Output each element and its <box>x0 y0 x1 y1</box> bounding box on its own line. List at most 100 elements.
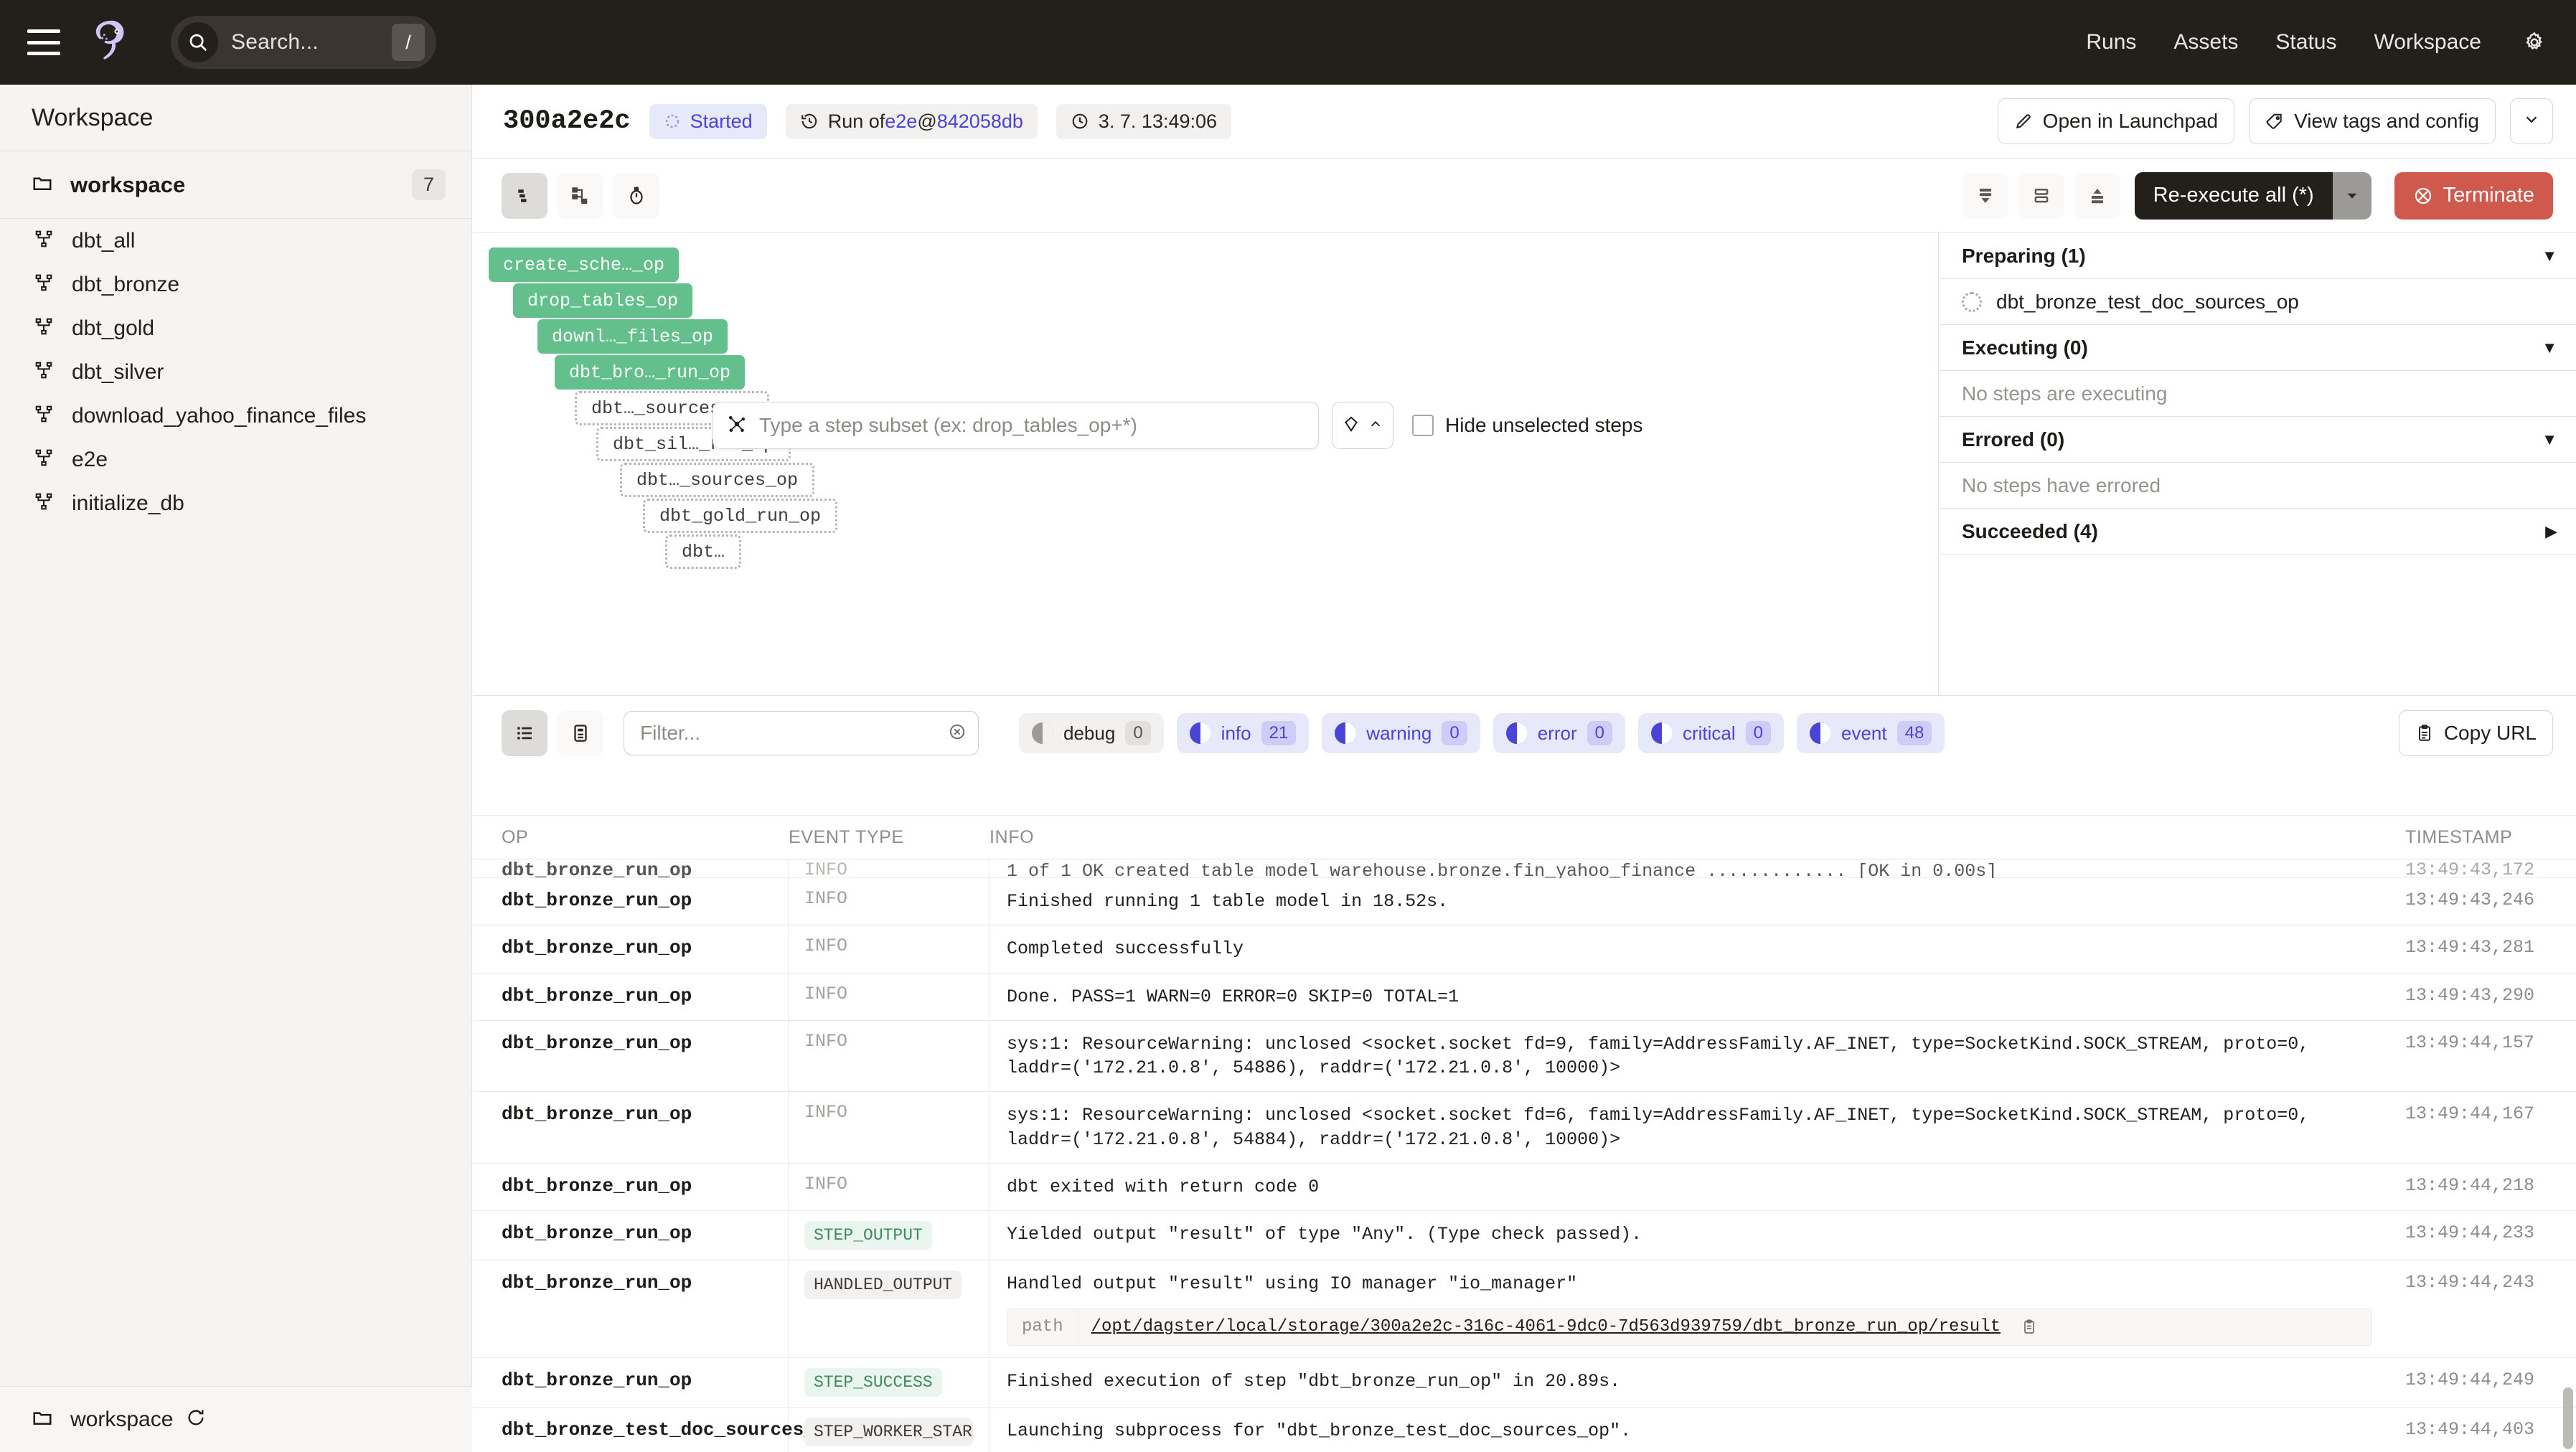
sidebar-item-initialize_db[interactable]: initialize_db <box>0 481 471 525</box>
column-header-info: INFO <box>989 816 2389 859</box>
step-row-preparing[interactable]: dbt_bronze_test_doc_sources_op <box>1939 279 2576 325</box>
re-execute-dropdown-button[interactable] <box>2333 172 2371 220</box>
sidebar-item-dbt_all[interactable]: dbt_all <box>0 219 471 263</box>
copy-icon[interactable] <box>2021 1319 2038 1336</box>
steps-section-executing[interactable]: Executing (0) ▼ <box>1939 325 2576 371</box>
table-row[interactable]: dbt_bronze_run_op INFO sys:1: ResourceWa… <box>473 1021 2576 1093</box>
steps-section-title: Executing (0) <box>1962 336 2088 359</box>
commit-link[interactable]: 842058db <box>937 110 1023 133</box>
log-level-warning[interactable]: warning 0 <box>1322 713 1480 753</box>
log-table-body[interactable]: dbt_bronze_run_op INFO 1 of 1 OK created… <box>473 859 2576 1452</box>
list-view-icon[interactable] <box>502 173 547 219</box>
status-badge: Started <box>649 104 767 139</box>
table-row[interactable]: dbt_bronze_run_op INFO Done. PASS=1 WARN… <box>473 974 2576 1021</box>
steps-section-errored[interactable]: Errored (0) ▼ <box>1939 417 2576 463</box>
table-row[interactable]: dbt_bronze_test_doc_sources_op STEP_WORK… <box>473 1408 2576 1452</box>
more-actions-button[interactable] <box>2510 98 2553 144</box>
gantt-node[interactable]: dbt…_sources_op <box>620 463 814 497</box>
zoom-controls-button[interactable] <box>1332 402 1393 449</box>
log-event-type-label: INFO <box>804 859 847 878</box>
nav-link-assets[interactable]: Assets <box>2155 30 2257 55</box>
sidebar-item-e2e[interactable]: e2e <box>0 438 471 481</box>
sidebar-item-label: dbt_all <box>72 229 135 253</box>
re-execute-all-button[interactable]: Re-execute all (*) <box>2135 172 2333 220</box>
menu-icon[interactable] <box>27 29 60 55</box>
nav-link-runs[interactable]: Runs <box>2067 30 2155 55</box>
clear-icon[interactable] <box>948 722 967 745</box>
copy-url-button[interactable]: Copy URL <box>2399 710 2553 756</box>
table-row[interactable]: dbt_bronze_run_op INFO dbt exited with r… <box>473 1164 2576 1211</box>
chevron-down-icon: ▼ <box>2542 247 2557 265</box>
steps-section-preparing[interactable]: Preparing (1) ▼ <box>1939 233 2576 279</box>
gantt-node[interactable]: dbt… <box>665 534 741 569</box>
step-subset-bar: Type a step subset (ex: drop_tables_op+*… <box>713 402 1643 449</box>
sidebar-item-dbt_silver[interactable]: dbt_silver <box>0 350 471 394</box>
log-level-debug[interactable]: debug 0 <box>1019 713 1164 753</box>
vertical-scrollbar[interactable] <box>2563 1387 2573 1449</box>
gantt-node[interactable]: dbt_gold_run_op <box>643 499 837 533</box>
job-link[interactable]: e2e <box>885 110 917 133</box>
log-timestamp: 13:49:43,246 <box>2389 878 2576 925</box>
expand-one-icon[interactable] <box>2018 173 2064 219</box>
table-view-icon[interactable] <box>502 710 547 756</box>
sidebar-repo-workspace[interactable]: workspace 7 <box>0 151 471 218</box>
log-level-critical[interactable]: critical 0 <box>1638 713 1784 753</box>
log-level-error[interactable]: error 0 <box>1493 713 1625 753</box>
gantt-node[interactable]: dbt_bro…_run_op <box>555 355 745 390</box>
log-event-type-badge: STEP_WORKER_STARTI… <box>804 1418 973 1446</box>
chevron-down-icon <box>2522 110 2541 133</box>
table-row[interactable]: dbt_bronze_run_op HANDLED_OUTPUT Handled… <box>473 1260 2576 1358</box>
log-level-chips: debug 0 info 21 warning 0 error 0 critic… <box>1019 713 1945 753</box>
terminate-label: Terminate <box>2443 184 2534 207</box>
graph-view-icon[interactable] <box>558 173 603 219</box>
log-level-label: warning <box>1366 722 1432 745</box>
nav-link-workspace[interactable]: Workspace <box>2355 30 2500 55</box>
sidebar-item-dbt_gold[interactable]: dbt_gold <box>0 306 471 350</box>
expand-all-icon[interactable] <box>2074 173 2120 219</box>
path-link[interactable]: /opt/dagster/local/storage/300a2e2c-316c… <box>1078 1316 2013 1339</box>
hide-unselected-steps-checkbox[interactable]: Hide unselected steps <box>1412 414 1643 437</box>
output-path-box: path /opt/dagster/local/storage/300a2e2c… <box>1007 1309 2372 1346</box>
view-tags-and-config-button[interactable]: View tags and config <box>2249 98 2496 144</box>
log-event-type-badge: STEP_SUCCESS <box>804 1368 942 1397</box>
table-row[interactable]: dbt_bronze_run_op INFO Finished running … <box>473 878 2576 925</box>
sidebar-item-dbt_bronze[interactable]: dbt_bronze <box>0 263 471 306</box>
step-subset-input[interactable]: Type a step subset (ex: drop_tables_op+*… <box>713 402 1319 449</box>
gantt-chart[interactable]: create_sche…_op drop_tables_op downl…_fi… <box>473 233 1938 695</box>
table-row[interactable]: dbt_bronze_run_op INFO 1 of 1 OK created… <box>473 859 2576 878</box>
table-row[interactable]: dbt_bronze_run_op INFO Completed success… <box>473 925 2576 973</box>
settings-gear-icon[interactable] <box>2500 31 2546 54</box>
collapse-all-icon[interactable] <box>1962 173 2008 219</box>
gantt-node[interactable]: downl…_files_op <box>537 319 728 354</box>
steps-section-title: Succeeded (4) <box>1962 520 2098 543</box>
gantt-node[interactable]: create_sche…_op <box>489 248 679 282</box>
reload-icon[interactable] <box>186 1408 206 1431</box>
log-event-type-label: INFO <box>804 888 847 909</box>
log-timestamp: 13:49:44,157 <box>2389 1021 2576 1092</box>
dagster-logo-icon[interactable] <box>86 16 139 69</box>
column-header-timestamp: TIMESTAMP <box>2389 816 2576 859</box>
nav-link-status[interactable]: Status <box>2257 30 2355 55</box>
open-in-launchpad-button[interactable]: Open in Launchpad <box>1998 98 2234 144</box>
log-info-with-path: Handled output "result" using IO manager… <box>989 1260 2389 1357</box>
log-level-info[interactable]: info 21 <box>1177 713 1310 753</box>
log-event-type-label: INFO <box>804 935 847 956</box>
run-of-pill[interactable]: Run of e2e @ 842058db <box>786 104 1038 139</box>
table-row[interactable]: dbt_bronze_run_op STEP_OUTPUT Yielded ou… <box>473 1211 2576 1260</box>
steps-section-succeeded[interactable]: Succeeded (4) ▶ <box>1939 509 2576 555</box>
raw-view-icon[interactable] <box>558 710 603 756</box>
table-row[interactable]: dbt_bronze_run_op INFO sys:1: ResourceWa… <box>473 1092 2576 1164</box>
sidebar-item-download_yahoo_finance_files[interactable]: download_yahoo_finance_files <box>0 394 471 438</box>
log-level-label: event <box>1841 722 1887 745</box>
log-level-event[interactable]: event 48 <box>1797 713 1945 753</box>
steps-section-title: Preparing (1) <box>1962 245 2086 268</box>
log-filter-input[interactable]: Filter... <box>624 711 979 755</box>
timing-view-icon[interactable] <box>614 173 659 219</box>
log-event-type: STEP_OUTPUT <box>789 1211 989 1260</box>
gantt-node[interactable]: drop_tables_op <box>513 283 692 318</box>
toggle-icon <box>1506 722 1528 744</box>
terminate-button[interactable]: Terminate <box>2394 172 2553 220</box>
search-input[interactable]: Search... / <box>171 16 436 69</box>
table-row[interactable]: dbt_bronze_run_op STEP_SUCCESS Finished … <box>473 1358 2576 1408</box>
log-info: 1 of 1 OK created table model warehouse.… <box>989 859 2389 878</box>
